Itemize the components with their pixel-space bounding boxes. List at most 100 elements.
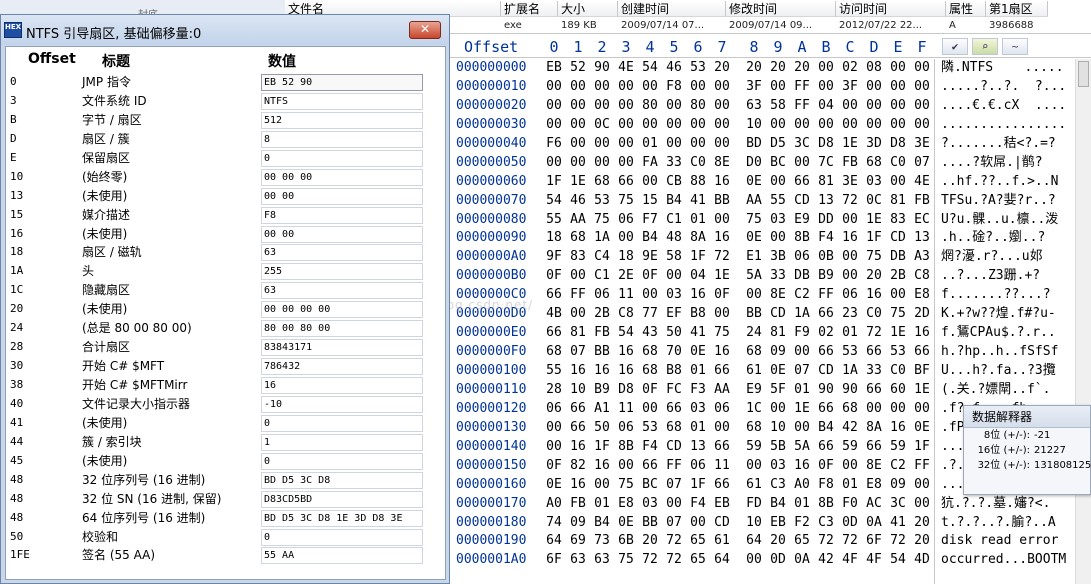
hex-byte[interactable]: 72 (814, 532, 838, 551)
hex-byte[interactable]: 72 (862, 324, 886, 343)
hex-byte[interactable]: FD (742, 495, 766, 514)
hex-byte[interactable]: 2E (614, 267, 638, 286)
hex-byte[interactable]: C8 (910, 267, 934, 286)
hex-byte[interactable]: 00 (686, 514, 710, 533)
hex-byte[interactable]: 01 (686, 211, 710, 230)
hex-byte[interactable]: 00 (590, 476, 614, 495)
hex-byte[interactable]: 8E (766, 286, 790, 305)
hex-byte[interactable]: 00 (614, 116, 638, 135)
hex-byte[interactable]: 1F (590, 438, 614, 457)
hex-byte[interactable]: C0 (886, 362, 910, 381)
field-value-input[interactable]: 512 (261, 111, 423, 129)
ascii-row[interactable]: ?.......秸<?.=? (937, 135, 1077, 154)
hex-byte[interactable]: FB (566, 495, 590, 514)
hex-byte[interactable]: 16 (614, 343, 638, 362)
hex-byte[interactable]: 08 (862, 59, 886, 78)
hex-byte[interactable]: 00 (838, 267, 862, 286)
hex-byte[interactable]: 3B (766, 248, 790, 267)
hex-byte[interactable]: 3D (862, 135, 886, 154)
hex-byte[interactable]: 43 (638, 324, 662, 343)
ascii-row[interactable]: .....?..?. ?... (937, 78, 1077, 97)
file-cell-extension[interactable]: exe (501, 19, 558, 33)
hex-byte[interactable]: 00 (566, 154, 590, 173)
ascii-row[interactable]: f.......??...? (937, 286, 1077, 305)
hex-byte[interactable]: CB (662, 173, 686, 192)
hex-byte[interactable]: 69 (566, 532, 590, 551)
hex-byte[interactable]: 02 (838, 59, 862, 78)
hex-byte[interactable]: 59 (742, 438, 766, 457)
hex-byte[interactable]: 2B (886, 267, 910, 286)
hex-byte[interactable]: 00 (790, 419, 814, 438)
hex-byte[interactable]: 00 (638, 286, 662, 305)
field-value-input[interactable]: 786432 (261, 358, 423, 376)
hex-byte[interactable]: 72 (838, 532, 862, 551)
file-cell-first-sector[interactable]: 3986688 (986, 19, 1048, 33)
hex-byte[interactable]: 0F (638, 381, 662, 400)
hex-byte[interactable]: C2 (790, 286, 814, 305)
hex-byte[interactable]: 75 (590, 211, 614, 230)
hex-byte[interactable]: 66 (710, 438, 734, 457)
hex-byte[interactable]: C0 (862, 305, 886, 324)
hex-byte[interactable]: 0F (542, 267, 566, 286)
hex-byte[interactable]: 00 (638, 78, 662, 97)
hex-byte[interactable]: 2D (910, 305, 934, 324)
hex-byte[interactable]: 00 (910, 476, 934, 495)
hex-byte[interactable]: 55 (542, 211, 566, 230)
hex-byte[interactable]: 06 (710, 400, 734, 419)
hex-byte[interactable]: F0 (838, 495, 862, 514)
field-value-input[interactable]: 83843171 (261, 339, 423, 357)
hex-byte[interactable]: AC (862, 495, 886, 514)
hex-byte[interactable]: 06 (542, 400, 566, 419)
hex-byte[interactable]: 00 (814, 116, 838, 135)
hex-byte[interactable]: 00 (614, 229, 638, 248)
ascii-row[interactable]: U?u.髁..u.檩..泼 (937, 211, 1077, 230)
hex-byte[interactable]: FB (838, 154, 862, 173)
hex-byte[interactable]: 00 (614, 457, 638, 476)
hex-byte[interactable]: F4 (638, 438, 662, 457)
hex-byte[interactable]: 16 (590, 362, 614, 381)
hex-byte[interactable]: 68 (638, 362, 662, 381)
hex-byte[interactable]: 53 (838, 343, 862, 362)
hex-byte[interactable]: 10 (742, 116, 766, 135)
hex-byte[interactable]: BD (742, 135, 766, 154)
hex-byte[interactable]: 00 (742, 286, 766, 305)
hex-byte[interactable]: 00 (662, 116, 686, 135)
hex-byte[interactable]: 00 (710, 78, 734, 97)
ascii-row[interactable]: ................ (937, 116, 1077, 135)
hex-byte[interactable]: 00 (862, 400, 886, 419)
hex-byte[interactable]: 00 (862, 116, 886, 135)
hex-byte[interactable]: 5B (766, 438, 790, 457)
column-header-first-sector[interactable]: 第1扇区 (986, 1, 1048, 17)
ascii-row[interactable]: disk read error (937, 532, 1077, 551)
hex-byte[interactable]: EC (910, 211, 934, 230)
hex-byte[interactable]: 1A (838, 362, 862, 381)
hex-byte[interactable]: 61 (710, 532, 734, 551)
hex-byte[interactable]: 00 (742, 551, 766, 570)
hex-byte[interactable]: 00 (542, 97, 566, 116)
ascii-row[interactable]: ..hf.??..f.>..N (937, 173, 1077, 192)
scrollbar-thumb[interactable] (1078, 61, 1089, 87)
hex-byte[interactable]: 66 (662, 400, 686, 419)
ascii-row[interactable]: 隣.NTFS ..... (937, 59, 1077, 78)
hex-byte[interactable]: 53 (886, 343, 910, 362)
hex-byte[interactable]: 13 (686, 438, 710, 457)
hex-byte[interactable]: EB (542, 59, 566, 78)
hex-byte[interactable]: 00 (766, 173, 790, 192)
hex-byte[interactable]: 8A (686, 229, 710, 248)
hex-byte[interactable]: 83 (886, 211, 910, 230)
hex-byte[interactable]: 72 (662, 551, 686, 570)
hex-byte[interactable]: 16 (710, 229, 734, 248)
field-value-input[interactable]: 80 00 80 00 (261, 320, 423, 338)
hex-byte[interactable]: EB (710, 495, 734, 514)
column-header-extension[interactable]: 扩展名 (501, 1, 558, 17)
hex-byte[interactable]: 04 (686, 267, 710, 286)
hex-byte[interactable]: 4E (614, 59, 638, 78)
hex-byte[interactable]: FF (814, 286, 838, 305)
hex-byte[interactable]: 20 (862, 267, 886, 286)
hex-byte[interactable]: 18 (542, 229, 566, 248)
field-value-input[interactable]: BD D5 3C D8 (261, 471, 423, 489)
hex-byte[interactable]: B4 (662, 192, 686, 211)
column-header-attributes[interactable]: 属性 (946, 1, 986, 17)
hex-byte[interactable]: 00 (710, 135, 734, 154)
hex-byte[interactable]: 75 (886, 305, 910, 324)
